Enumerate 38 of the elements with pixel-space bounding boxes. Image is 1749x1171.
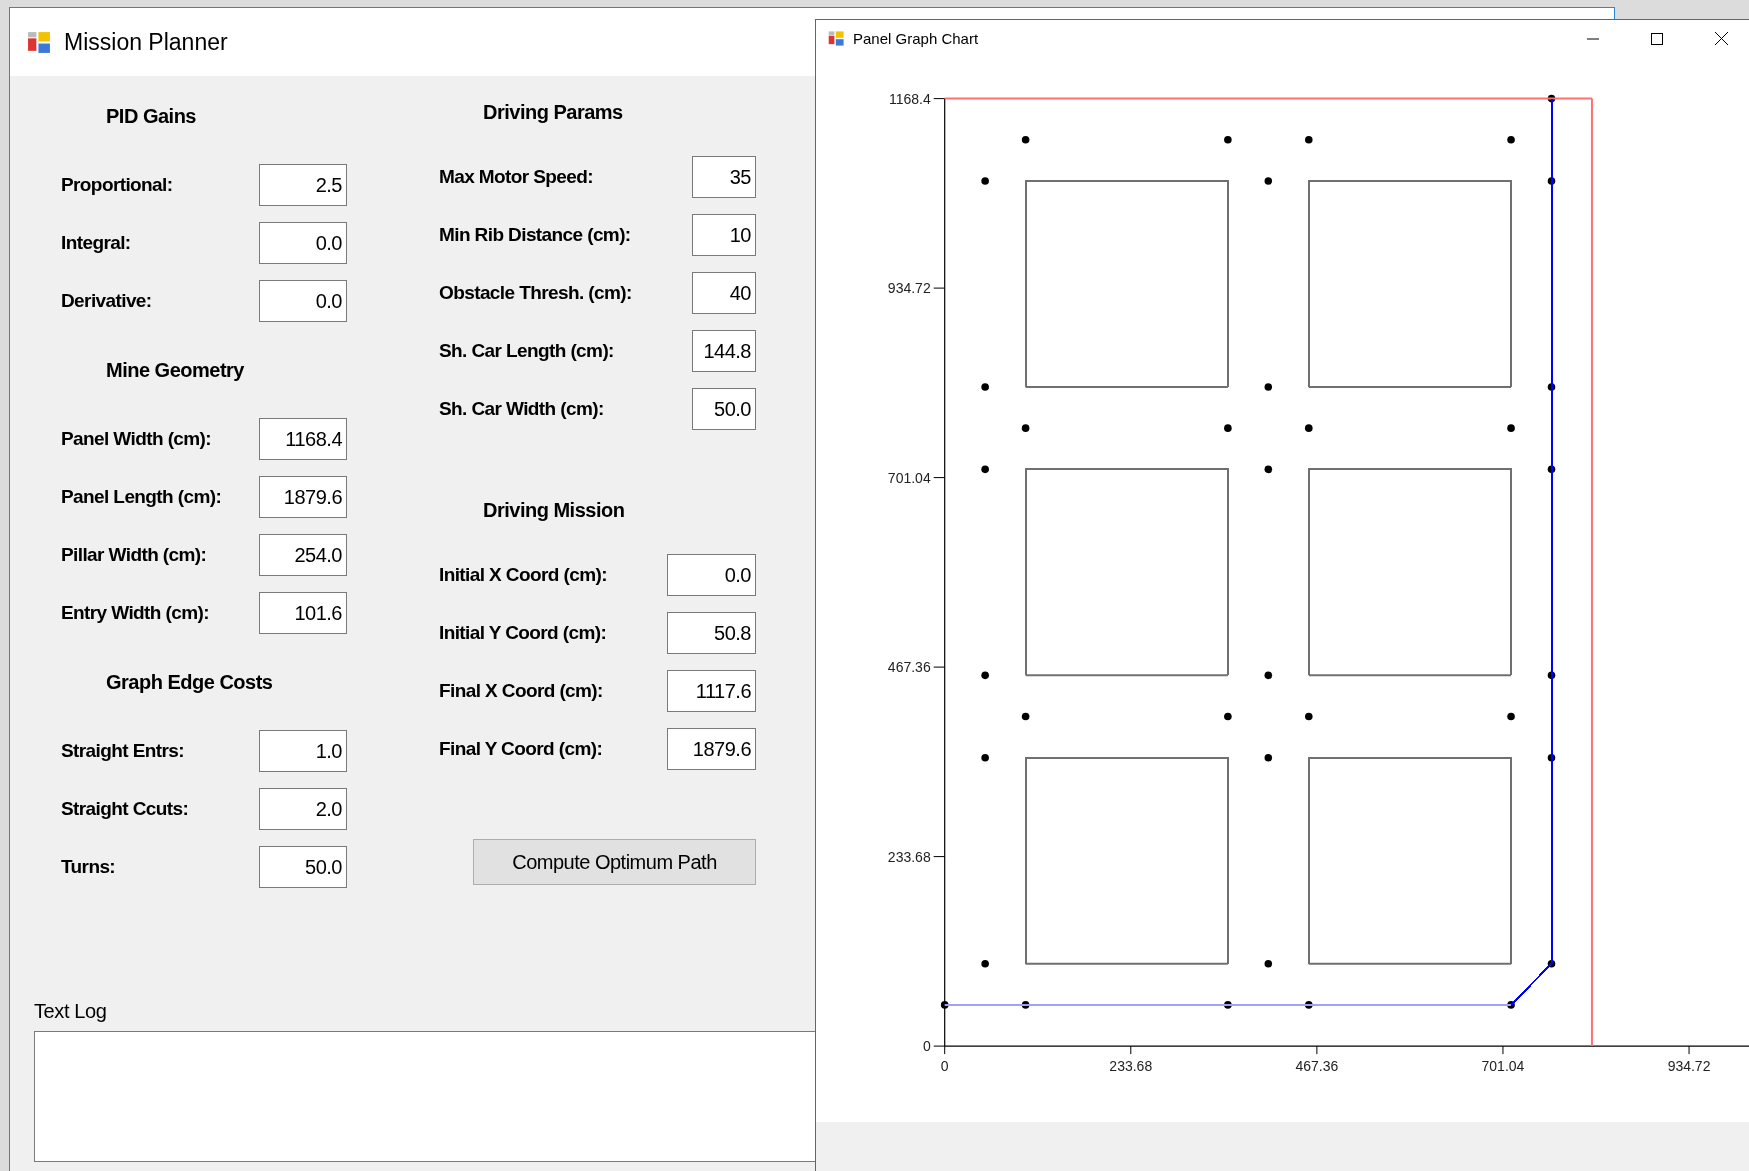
log-label: Text Log	[34, 1000, 107, 1023]
axis-label: 0	[940, 1058, 949, 1075]
section-heading: PID Gains	[106, 104, 196, 128]
axis-label: 934.72	[887, 280, 931, 297]
field-label: Panel Width (cm):	[61, 428, 212, 450]
axis-label: 701.04	[1481, 1058, 1525, 1075]
field-label: Sh. Car Width (cm):	[439, 398, 604, 420]
axis-label: 934.72	[1667, 1058, 1711, 1075]
field-label: Entry Width (cm):	[61, 602, 209, 624]
field-label: Pillar Width (cm):	[61, 544, 207, 566]
field-label: Min Rib Distance (cm):	[439, 224, 631, 246]
field-label: Max Motor Speed:	[439, 166, 594, 188]
field-label: Sh. Car Length (cm):	[439, 340, 614, 362]
field-label: Straight Ccuts:	[61, 798, 189, 820]
axis-label: 233.68	[1109, 1058, 1153, 1075]
section-heading: Driving Mission	[483, 498, 625, 522]
axis-label: 467.36	[1295, 1058, 1339, 1075]
field-label: Proportional:	[61, 174, 173, 196]
window-title: Panel Graph Chart	[853, 30, 980, 47]
section-heading: Graph Edge Costs	[106, 670, 273, 694]
section-heading: Driving Params	[483, 100, 623, 124]
axis-label: 1168.4	[888, 90, 931, 107]
field-label: Integral:	[61, 232, 131, 254]
field-label: Turns:	[61, 856, 116, 878]
axis-label: 0	[922, 1038, 931, 1055]
field-label: Panel Length (cm):	[61, 486, 222, 508]
field-label: Final X Coord (cm):	[439, 680, 603, 702]
field-label: Initial Y Coord (cm):	[439, 622, 607, 644]
axis-label: 701.04	[887, 469, 931, 486]
axis-label: 467.36	[887, 659, 931, 676]
field-label: Initial X Coord (cm):	[439, 564, 607, 586]
field-label: Derivative:	[61, 290, 152, 312]
window-title: Mission Planner	[64, 28, 228, 56]
axis-label: 233.68	[887, 848, 931, 865]
section-heading: Mine Geometry	[106, 358, 244, 382]
field-label: Obstacle Thresh. (cm):	[439, 282, 632, 304]
field-label: Straight Entrs:	[61, 740, 184, 762]
field-label: Final Y Coord (cm):	[439, 738, 603, 760]
